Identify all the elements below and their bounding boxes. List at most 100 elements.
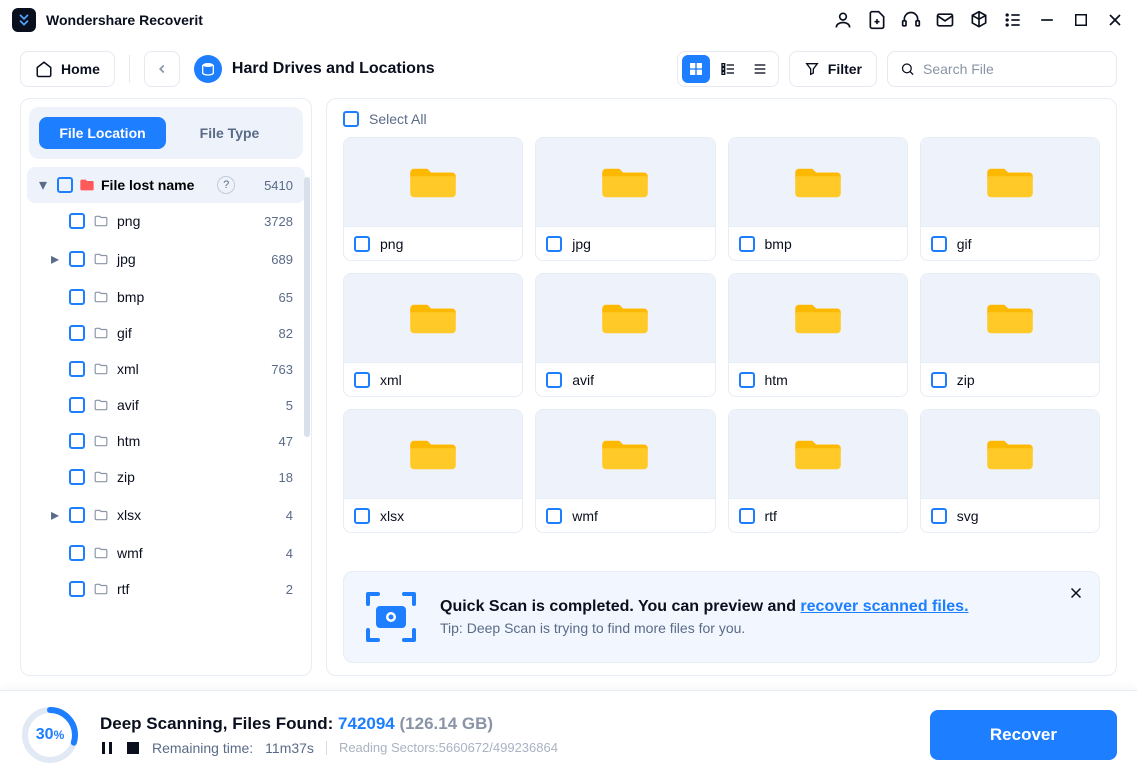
folder-card-xlsx[interactable]: xlsx	[343, 409, 523, 533]
folder-icon	[795, 163, 841, 201]
checkbox[interactable]	[354, 236, 370, 252]
checkbox[interactable]	[739, 372, 755, 388]
checkbox[interactable]	[354, 508, 370, 524]
filter-button[interactable]: Filter	[789, 51, 877, 87]
caret-down-icon[interactable]: ▾	[39, 175, 51, 195]
close-icon[interactable]	[1105, 10, 1125, 30]
caret-right-icon[interactable]: ▸	[51, 249, 61, 269]
checkbox[interactable]	[546, 372, 562, 388]
tree-item-gif[interactable]: gif82	[49, 315, 305, 351]
checkbox[interactable]	[69, 433, 85, 449]
tree-item-rtf[interactable]: rtf2	[49, 571, 305, 607]
tab-file-location[interactable]: File Location	[39, 117, 166, 149]
stop-button[interactable]	[126, 741, 140, 755]
folder-card-rtf[interactable]: rtf	[728, 409, 908, 533]
folder-card-zip[interactable]: zip	[920, 273, 1100, 397]
checkbox[interactable]	[69, 361, 85, 377]
tree-item-avif[interactable]: avif5	[49, 387, 305, 423]
card-footer: png	[344, 226, 522, 260]
tab-file-type[interactable]: File Type	[166, 117, 293, 149]
checkbox[interactable]	[69, 581, 85, 597]
card-thumb	[344, 138, 522, 226]
folder-card-htm[interactable]: htm	[728, 273, 908, 397]
card-label: svg	[957, 508, 979, 524]
file-add-icon[interactable]	[867, 10, 887, 30]
scan-notice: Quick Scan is completed. You can preview…	[343, 571, 1100, 663]
checkbox[interactable]	[931, 508, 947, 524]
card-footer: jpg	[536, 226, 714, 260]
details-view-button[interactable]	[714, 55, 742, 83]
folder-icon	[795, 299, 841, 337]
select-all-checkbox[interactable]	[343, 111, 359, 127]
tree-item-htm[interactable]: htm47	[49, 423, 305, 459]
help-icon[interactable]: ?	[217, 176, 235, 194]
drive-icon	[194, 55, 222, 83]
tree-root-label: File lost name	[101, 177, 194, 193]
folder-card-gif[interactable]: gif	[920, 137, 1100, 261]
account-icon[interactable]	[833, 10, 853, 30]
list-view-button[interactable]	[746, 55, 774, 83]
checkbox[interactable]	[739, 236, 755, 252]
tree-item-xlsx[interactable]: ▸xlsx4	[49, 495, 305, 535]
card-label: wmf	[572, 508, 598, 524]
checkbox[interactable]	[69, 397, 85, 413]
tree-item-xml[interactable]: xml763	[49, 351, 305, 387]
scrollbar[interactable]	[304, 177, 310, 437]
cube-icon[interactable]	[969, 10, 989, 30]
folder-card-png[interactable]: png	[343, 137, 523, 261]
search-input[interactable]	[923, 61, 1104, 77]
tree-item-jpg[interactable]: ▸jpg689	[49, 239, 305, 279]
tree-item-wmf[interactable]: wmf4	[49, 535, 305, 571]
checkbox[interactable]	[931, 372, 947, 388]
tree-item-label: rtf	[117, 581, 129, 597]
folder-card-svg[interactable]: svg	[920, 409, 1100, 533]
tree-item-label: jpg	[117, 251, 136, 267]
file-tree: ▾ File lost name ? 5410 png3728▸jpg689bm…	[21, 167, 311, 675]
folder-icon	[93, 470, 109, 484]
search-box[interactable]	[887, 51, 1117, 87]
checkbox[interactable]	[546, 508, 562, 524]
folder-card-jpg[interactable]: jpg	[535, 137, 715, 261]
back-button[interactable]	[144, 51, 180, 87]
folder-card-bmp[interactable]: bmp	[728, 137, 908, 261]
checkbox[interactable]	[739, 508, 755, 524]
tree-item-zip[interactable]: zip18	[49, 459, 305, 495]
minimize-icon[interactable]	[1037, 10, 1057, 30]
card-thumb	[729, 410, 907, 498]
checkbox[interactable]	[546, 236, 562, 252]
checkbox[interactable]	[57, 177, 73, 193]
pause-button[interactable]	[100, 741, 114, 755]
checkbox[interactable]	[69, 289, 85, 305]
checkbox[interactable]	[931, 236, 947, 252]
card-thumb	[921, 138, 1099, 226]
mail-icon[interactable]	[935, 10, 955, 30]
headset-icon[interactable]	[901, 10, 921, 30]
tree-item-png[interactable]: png3728	[49, 203, 305, 239]
card-footer: svg	[921, 498, 1099, 532]
grid-view-button[interactable]	[682, 55, 710, 83]
folder-icon	[602, 163, 648, 201]
checkbox[interactable]	[69, 251, 85, 267]
home-button[interactable]: Home	[20, 51, 115, 87]
caret-right-icon[interactable]: ▸	[51, 505, 61, 525]
maximize-icon[interactable]	[1071, 10, 1091, 30]
card-label: xml	[380, 372, 402, 388]
tree-root-item[interactable]: ▾ File lost name ? 5410	[27, 167, 305, 203]
checkbox[interactable]	[69, 469, 85, 485]
titlebar: Wondershare Recoverit	[0, 0, 1137, 40]
recover-button[interactable]: Recover	[930, 710, 1117, 760]
folder-icon	[602, 435, 648, 473]
checkbox[interactable]	[69, 507, 85, 523]
recover-link[interactable]: recover scanned files.	[800, 598, 968, 615]
folder-card-xml[interactable]: xml	[343, 273, 523, 397]
checkbox[interactable]	[354, 372, 370, 388]
notice-close-icon[interactable]	[1067, 584, 1085, 607]
list-icon[interactable]	[1003, 10, 1023, 30]
checkbox[interactable]	[69, 213, 85, 229]
footer-sub: Remaining time: 11m37s Reading Sectors:5…	[100, 740, 910, 756]
folder-card-wmf[interactable]: wmf	[535, 409, 715, 533]
checkbox[interactable]	[69, 325, 85, 341]
folder-card-avif[interactable]: avif	[535, 273, 715, 397]
checkbox[interactable]	[69, 545, 85, 561]
tree-item-bmp[interactable]: bmp65	[49, 279, 305, 315]
